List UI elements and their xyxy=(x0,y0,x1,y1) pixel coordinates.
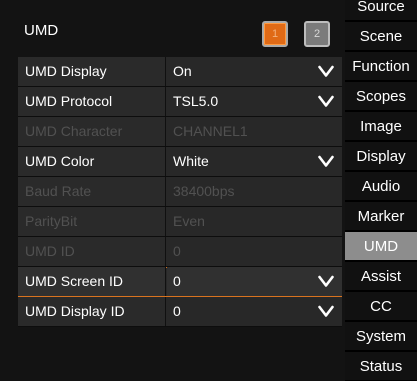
setting-row-paritybit: ParityBit Even xyxy=(18,207,342,237)
page-2-button[interactable]: 2 xyxy=(304,21,330,47)
panel-header: UMD 1 2 xyxy=(0,0,345,57)
chevron-down-icon[interactable] xyxy=(318,65,334,78)
sidebar-item-source[interactable]: Source xyxy=(345,0,417,21)
setting-value[interactable]: White xyxy=(167,147,342,176)
setting-label: UMD Display ID xyxy=(18,297,166,326)
app-root: UMD 1 2 UMD Display On UMD Protocol TSL5.0 U… xyxy=(0,0,417,381)
setting-label: UMD Character xyxy=(18,117,166,146)
setting-row-umd-character: UMD Character CHANNEL1 xyxy=(18,117,342,147)
setting-value: CHANNEL1 xyxy=(167,117,342,146)
setting-row-umd-color[interactable]: UMD Color White xyxy=(18,147,342,177)
setting-row-umd-display[interactable]: UMD Display On xyxy=(18,57,342,87)
setting-value: Even xyxy=(167,207,342,236)
setting-label: UMD Protocol xyxy=(18,87,166,116)
sidebar-item-scopes[interactable]: Scopes xyxy=(345,82,417,111)
settings-list: UMD Display On UMD Protocol TSL5.0 UMD Chara… xyxy=(18,57,342,327)
sidebar-item-scene[interactable]: Scene xyxy=(345,22,417,51)
sidebar-item-system[interactable]: System xyxy=(345,322,417,351)
sidebar-item-marker[interactable]: Marker xyxy=(345,202,417,231)
chevron-down-icon[interactable] xyxy=(318,305,334,318)
chevron-down-icon[interactable] xyxy=(318,95,334,108)
sidebar-item-status[interactable]: Status xyxy=(345,352,417,381)
setting-value: 0 xyxy=(167,237,342,266)
setting-value[interactable]: TSL5.0 xyxy=(167,87,342,116)
setting-label: ParityBit xyxy=(18,207,166,236)
panel-title: UMD xyxy=(24,22,59,39)
sidebar-item-image[interactable]: Image xyxy=(345,112,417,141)
sidebar-item-umd[interactable]: UMD xyxy=(345,232,417,261)
setting-value[interactable]: 0 xyxy=(167,297,342,326)
sidebar-nav: Source Scene Function Scopes Image Display Aud… xyxy=(345,0,417,381)
umd-settings-panel: UMD 1 2 UMD Display On UMD Protocol TSL5.0 U… xyxy=(0,0,345,381)
setting-value[interactable]: 0 xyxy=(167,267,342,296)
setting-label: Baud Rate xyxy=(18,177,166,206)
sidebar-item-assist[interactable]: Assist xyxy=(345,262,417,291)
sidebar-item-function[interactable]: Function xyxy=(345,52,417,81)
setting-label: UMD ID xyxy=(18,237,166,266)
chevron-down-icon[interactable] xyxy=(318,275,334,288)
setting-row-umd-protocol[interactable]: UMD Protocol TSL5.0 xyxy=(18,87,342,117)
setting-row-umd-display-id[interactable]: UMD Display ID 0 xyxy=(18,297,342,327)
setting-row-umd-screen-id[interactable]: UMD Screen ID 0 xyxy=(18,267,342,297)
chevron-down-icon[interactable] xyxy=(318,155,334,168)
setting-row-umd-id: UMD ID 0 xyxy=(18,237,342,267)
setting-label: UMD Display xyxy=(18,57,166,86)
sidebar-item-cc[interactable]: CC xyxy=(345,292,417,321)
setting-row-baud-rate: Baud Rate 38400bps xyxy=(18,177,342,207)
setting-value: 38400bps xyxy=(167,177,342,206)
setting-label: UMD Screen ID xyxy=(18,267,166,296)
setting-value[interactable]: On xyxy=(167,57,342,86)
sidebar-item-audio[interactable]: Audio xyxy=(345,172,417,201)
setting-label: UMD Color xyxy=(18,147,166,176)
sidebar-item-display[interactable]: Display xyxy=(345,142,417,171)
page-1-button[interactable]: 1 xyxy=(262,21,288,47)
